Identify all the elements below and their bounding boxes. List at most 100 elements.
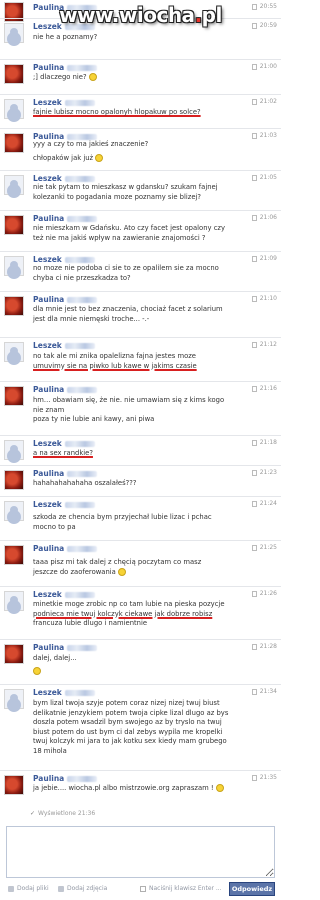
reply-textarea[interactable] [6,826,275,878]
message-item: Paulina 21:16 hm... obawiam się, że nie.… [0,381,281,435]
sender-name[interactable]: Paulina [33,643,98,652]
sender-name[interactable]: Leszek [33,341,95,350]
check-icon: ✓ [30,810,36,817]
sender-name[interactable]: Leszek [33,590,95,599]
message-text: ja jebie.... wiocha.pl albo mistrzowie.o… [33,784,273,794]
message-time: 21:16 [251,385,277,392]
message-time: 21:23 [251,469,277,476]
message-item: Leszek 21:34 bym lizal twoja szyje potem… [0,684,281,770]
sender-name[interactable]: Leszek [33,439,95,448]
avatar[interactable] [4,775,24,795]
avatar[interactable] [4,99,24,119]
sender-name[interactable]: Paulina [33,774,98,783]
message-time: 21:06 [251,214,277,221]
avatar[interactable] [4,689,24,709]
sender-name[interactable]: Leszek [33,500,95,509]
message-text: bym lizal twoja szyje potem coraz nizej … [33,699,229,755]
message-item: Leszek 21:24 szkoda ze chencia bym przyj… [0,496,281,540]
avatar[interactable] [4,386,24,406]
message-time: 21:05 [251,174,277,181]
message-item: Paulina 21:25 taaa pisz mi tak dalej z c… [0,540,281,586]
message-text: hm... obawiam się, że nie. nie umawiam s… [33,396,225,424]
message-text: nie he a poznamy? [33,33,98,41]
avatar[interactable] [4,644,24,664]
avatar[interactable] [4,545,24,565]
message-text: minetkie moge zrobic np co tam lubie na … [33,600,225,628]
composer-toolbar: Dodaj pliki Dodaj zdjęcia Naciśnij klawi… [0,880,281,898]
message-item: Paulina 21:10 dla mnie jest to bez znacz… [0,291,281,337]
avatar[interactable] [4,23,24,43]
message-text: hahahahahahaha oszalałeś??? [33,479,137,487]
message-time: 21:12 [251,341,277,348]
sender-name[interactable]: Paulina [33,295,98,304]
sender-name[interactable]: Leszek [33,98,95,107]
message-item: Paulina 21:35 ja jebie.... wiocha.pl alb… [0,770,281,806]
message-text: nie tak pytam to mieszkasz w gdansku? sz… [33,183,218,201]
message-time: 21:18 [251,439,277,446]
sender-name[interactable]: Leszek [33,688,95,697]
message-text: no tak ale mi znika opalelizna fajna jes… [33,352,197,370]
avatar[interactable] [4,64,24,84]
message-text: fajnie lubisz mocno opalonyh hlopakuw po… [33,108,201,116]
avatar[interactable] [4,133,24,153]
add-files-button[interactable]: Dodaj pliki [8,885,49,892]
message-text: dalej, dalej... [33,654,273,676]
message-time: 21:00 [251,63,277,70]
smiley-icon [33,666,41,675]
sender-name[interactable]: Leszek [33,22,95,31]
message-time: 21:03 [251,132,277,139]
sender-name[interactable]: Paulina [33,3,98,12]
message-text: yyy a czy to ma jakieś znaczenie? chłopa… [33,140,149,162]
avatar[interactable] [4,591,24,611]
message-item: Paulina 21:28 dalej, dalej... [0,639,281,684]
sender-name[interactable]: Leszek [33,174,95,183]
message-item: Paulina 21:23 hahahahahahaha oszalałeś??… [0,465,281,496]
avatar[interactable] [4,296,24,316]
avatar[interactable] [4,440,24,460]
message-item: Leszek 21:09 no moze nie podoba ci sie t… [0,251,281,291]
paperclip-icon [8,885,14,892]
sender-name[interactable]: Paulina [33,214,98,223]
message-text: dla mnie jest to bez znaczenia, chociaż … [33,305,223,323]
enter-to-send-toggle[interactable]: Naciśnij klawisz Enter ... [140,885,222,892]
message-text: a na sex randkie? [33,449,93,457]
sender-name[interactable]: Paulina [33,469,98,478]
sender-name[interactable]: Paulina [33,63,98,72]
reply-button[interactable]: Odpowiedz [229,882,275,896]
smiley-icon [95,153,104,162]
message-item: Leszek 21:12 no tak ale mi znika opaleli… [0,337,281,381]
message-time: 21:24 [251,500,277,507]
message-text: no moze nie podoba ci sie to ze opalilem… [33,264,219,282]
message-text: nie mieszkam w Gdańsku. Ato czy facet je… [33,224,226,242]
message-time: 21:28 [251,643,277,650]
message-text: taaa pisz mi tak dalej z chęcią poczytam… [33,558,202,576]
sender-name[interactable]: Leszek [33,255,95,264]
avatar[interactable] [4,470,24,490]
checkbox-icon [140,885,146,892]
message-item: Paulina 20:55 [0,0,281,22]
message-text: ;] dlaczego nie? [33,73,273,83]
message-time: 21:10 [251,295,277,302]
avatar[interactable] [4,501,24,521]
smiley-icon [88,73,97,81]
message-item: Leszek 21:18 a na sex randkie? [0,435,281,465]
message-time: 21:34 [251,688,277,695]
message-item: Leszek 21:02 fajnie lubisz mocno opalony… [0,94,281,128]
sender-name[interactable]: Paulina [33,385,98,394]
avatar[interactable] [4,256,24,276]
message-item: Leszek 20:59 nie he a poznamy? [0,18,281,59]
avatar[interactable] [4,342,24,362]
message-item: Paulina 21:06 nie mieszkam w Gdańsku. At… [0,210,281,251]
add-photo-button[interactable]: Dodaj zdjęcia [58,885,107,892]
message-time: 21:35 [251,774,277,781]
message-item: Paulina 21:00 ;] dlaczego nie? [0,59,281,94]
message-time: 20:55 [251,3,277,10]
message-text: szkoda ze chencia bym przyjechał lubie l… [33,513,212,531]
avatar[interactable] [4,215,24,235]
avatar[interactable] [4,175,24,195]
smiley-icon [215,784,224,792]
message-time: 21:09 [251,255,277,262]
message-item: Paulina 21:03 yyy a czy to ma jakieś zna… [0,128,281,170]
message-time: 20:59 [251,22,277,29]
sender-name[interactable]: Paulina [33,544,98,553]
